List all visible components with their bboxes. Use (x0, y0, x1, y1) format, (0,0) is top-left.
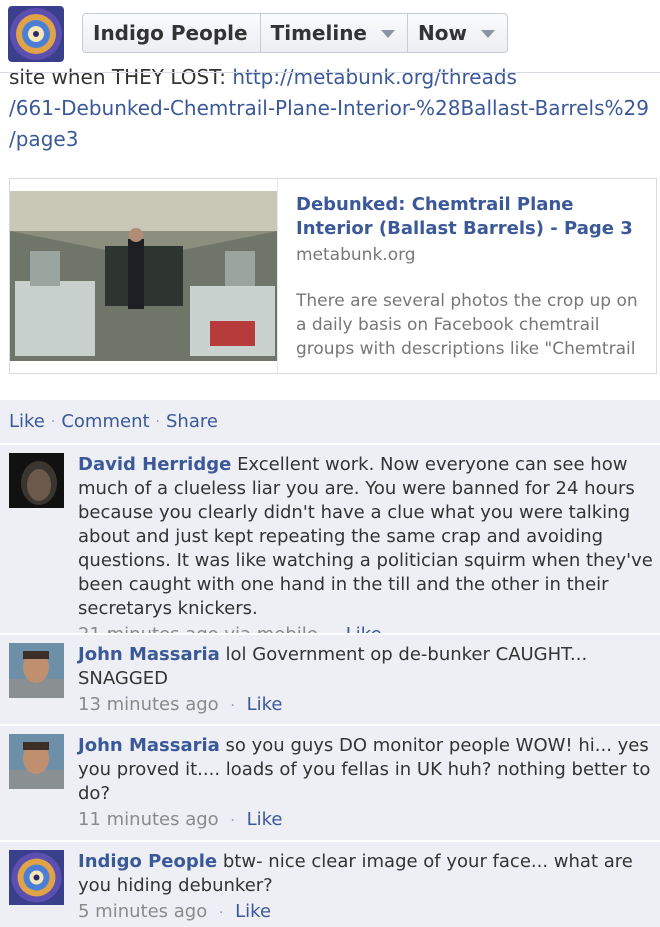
like-link[interactable]: Like (9, 411, 45, 432)
post-text-prefix: site when THEY LOST: (9, 65, 233, 89)
comment-like-link[interactable]: Like (247, 809, 283, 830)
page-header: Indigo People Timeline Now (0, 0, 660, 68)
mandala-avatar-icon (8, 6, 64, 62)
post-link-line3[interactable]: /page3 (9, 127, 78, 151)
comment-like-link[interactable]: Like (247, 694, 283, 715)
link-preview-card[interactable]: Debunked: Chemtrail Plane Interior (Ball… (9, 178, 657, 374)
avatar[interactable] (9, 643, 64, 698)
user-photo-icon (9, 734, 64, 789)
comment-body: Indigo People btw- nice clear image of y… (78, 850, 658, 925)
comment-author[interactable]: John Massaria (78, 644, 220, 665)
post-link-line1[interactable]: http://metabunk.org/threads (232, 65, 517, 89)
tab-page-name[interactable]: Indigo People (83, 14, 260, 52)
separator-dot: · (155, 413, 160, 430)
tab-timeline-label: Timeline (270, 21, 367, 45)
comment-author[interactable]: John Massaria (78, 735, 220, 756)
user-photo-icon (9, 453, 64, 508)
comment-time[interactable]: 13 minutes ago (78, 694, 219, 715)
avatar[interactable] (9, 850, 64, 905)
comment-meta: 11 minutes ago · Like (78, 808, 658, 833)
comment-item: David Herridge Excellent work. Now every… (0, 443, 660, 645)
tab-now-label: Now (418, 21, 467, 45)
link-thumbnail[interactable] (10, 191, 278, 361)
comment-item: Indigo People btw- nice clear image of y… (0, 840, 660, 927)
comment-meta: 5 minutes ago · Like (78, 900, 658, 925)
comment-item: John Massaria lol Government op de-bunke… (0, 633, 660, 724)
comment-time[interactable]: 5 minutes ago (78, 901, 207, 922)
separator-dot: · (230, 813, 235, 829)
comment-author[interactable]: Indigo People (78, 851, 217, 872)
tab-now[interactable]: Now (407, 14, 507, 52)
comment-body: David Herridge Excellent work. Now every… (78, 453, 658, 648)
link-description: There are several photos the crop up on … (296, 291, 638, 359)
post-actions: Like · Comment · Share (0, 400, 660, 443)
page-name-label: Indigo People (93, 21, 248, 45)
comment-text: Excellent work. Now everyone can see how… (78, 454, 653, 619)
comment-link[interactable]: Comment (61, 411, 149, 432)
tab-timeline[interactable]: Timeline (259, 14, 407, 52)
post-link-line2[interactable]: /661-Debunked-Chemtrail-Plane-Interior-%… (9, 96, 649, 120)
share-link[interactable]: Share (166, 411, 218, 432)
separator-dot: · (230, 698, 235, 714)
link-title[interactable]: Debunked: Chemtrail Plane Interior (Ball… (296, 193, 646, 241)
comment-body: John Massaria lol Government op de-bunke… (78, 643, 658, 718)
plane-interior-image-icon (10, 191, 278, 361)
comment-like-link[interactable]: Like (235, 901, 271, 922)
comment-author[interactable]: David Herridge (78, 454, 231, 475)
separator-dot: · (50, 413, 56, 430)
post-text: site when THEY LOST: http://metabunk.org… (9, 62, 654, 155)
comment-item: John Massaria so you guys DO monitor peo… (0, 724, 660, 840)
page-tabbar: Indigo People Timeline Now (82, 13, 508, 53)
link-info: Debunked: Chemtrail Plane Interior (Ball… (296, 193, 646, 361)
comment-time[interactable]: 11 minutes ago (78, 809, 219, 830)
link-domain: metabunk.org (296, 245, 416, 265)
header-divider (0, 72, 660, 73)
card-divider (277, 179, 278, 373)
mandala-avatar-icon (9, 850, 64, 905)
separator-dot: · (218, 905, 224, 921)
page-avatar[interactable] (8, 6, 64, 62)
chevron-down-icon (480, 30, 495, 38)
chevron-down-icon (381, 30, 395, 38)
avatar[interactable] (9, 734, 64, 789)
user-photo-icon (9, 643, 64, 698)
comment-meta: 13 minutes ago · Like (78, 693, 658, 718)
avatar[interactable] (9, 453, 64, 508)
comment-body: John Massaria so you guys DO monitor peo… (78, 734, 658, 833)
